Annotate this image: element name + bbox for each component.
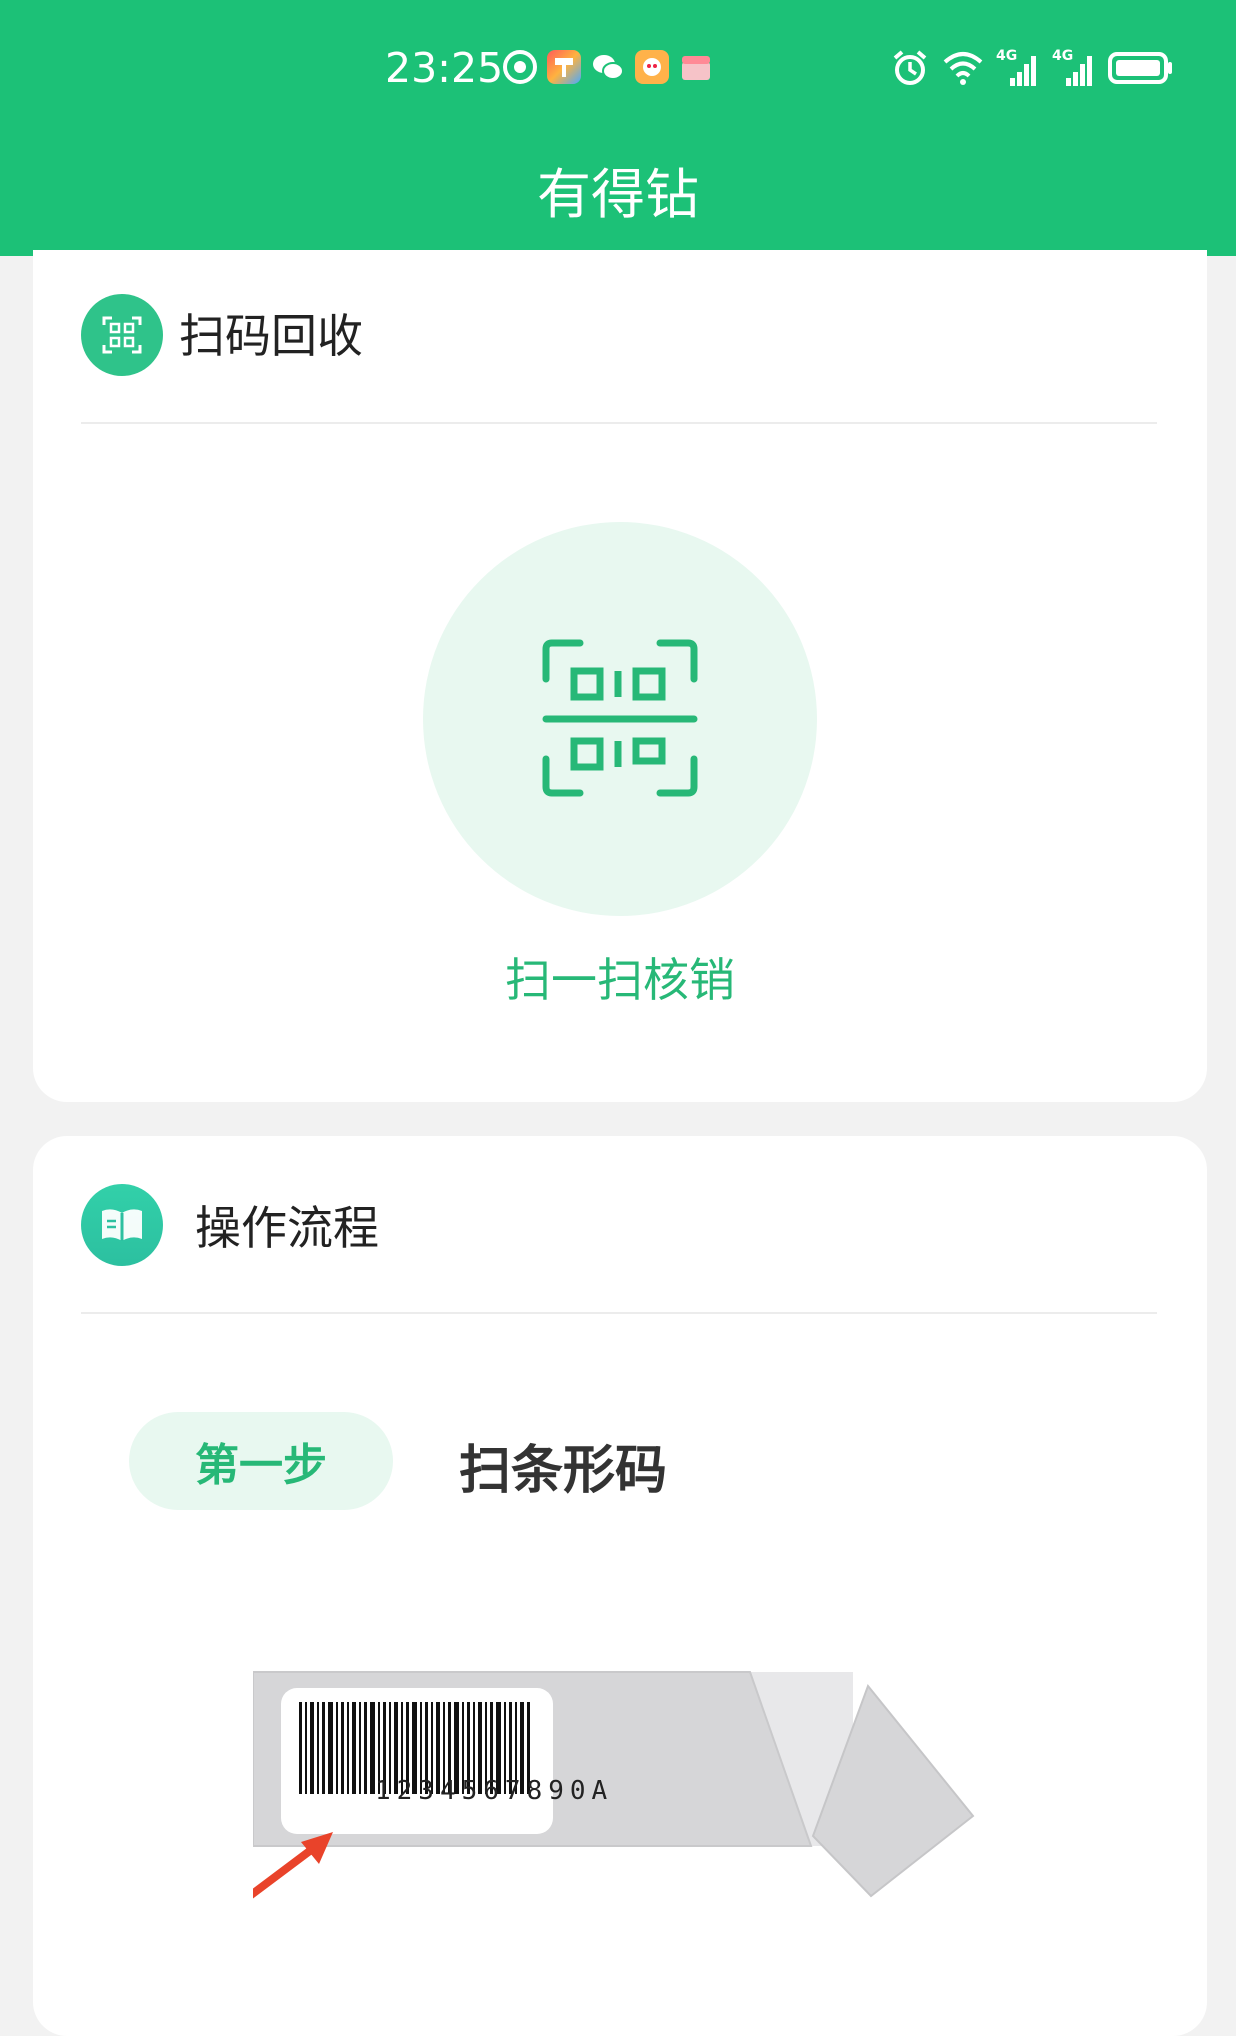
status-app-icons (503, 50, 713, 84)
process-card: 操作流程 第一步 扫条形码 1234567890A (33, 1136, 1207, 2036)
signal-4g-icon: 4G (996, 48, 1040, 90)
step-description: 扫条形码 (459, 1441, 668, 1501)
qq-browser-icon (503, 50, 537, 84)
scan-verify-button[interactable] (423, 522, 817, 916)
process-card-title: 操作流程 (195, 1201, 379, 1255)
gift-box-icon (679, 50, 713, 84)
divider (81, 1312, 1157, 1314)
wifi-icon (942, 48, 984, 92)
618-promo-icon (635, 50, 669, 84)
divider (81, 422, 1157, 424)
step-badge: 第一步 (129, 1412, 393, 1510)
signal-4g-icon: 4G (1052, 48, 1096, 90)
status-bar: 23:25 4G 4G (0, 36, 1236, 100)
book-icon (81, 1184, 163, 1266)
status-time: 23:25 (385, 44, 504, 92)
top-header: 23:25 4G 4G 有得钻 (0, 0, 1236, 256)
status-right-icons: 4G 4G (890, 48, 1174, 92)
paint-app-icon (547, 50, 581, 84)
scan-verify-label[interactable]: 扫一扫核销 (33, 944, 1207, 1010)
scan-recycle-card: 扫码回收 扫一扫核销 (33, 250, 1207, 1102)
battery-icon (1108, 48, 1174, 92)
qr-scan-icon (542, 639, 698, 797)
barcode-number: 1234567890A (375, 1776, 614, 1806)
scan-card-title: 扫码回收 (179, 309, 363, 363)
page-title: 有得钻 (537, 163, 699, 226)
wechat-icon (591, 50, 625, 84)
barcode-label-illustration: 1234567890A (243, 1636, 1073, 1936)
alarm-icon (890, 48, 930, 92)
qr-scan-icon (81, 294, 163, 376)
